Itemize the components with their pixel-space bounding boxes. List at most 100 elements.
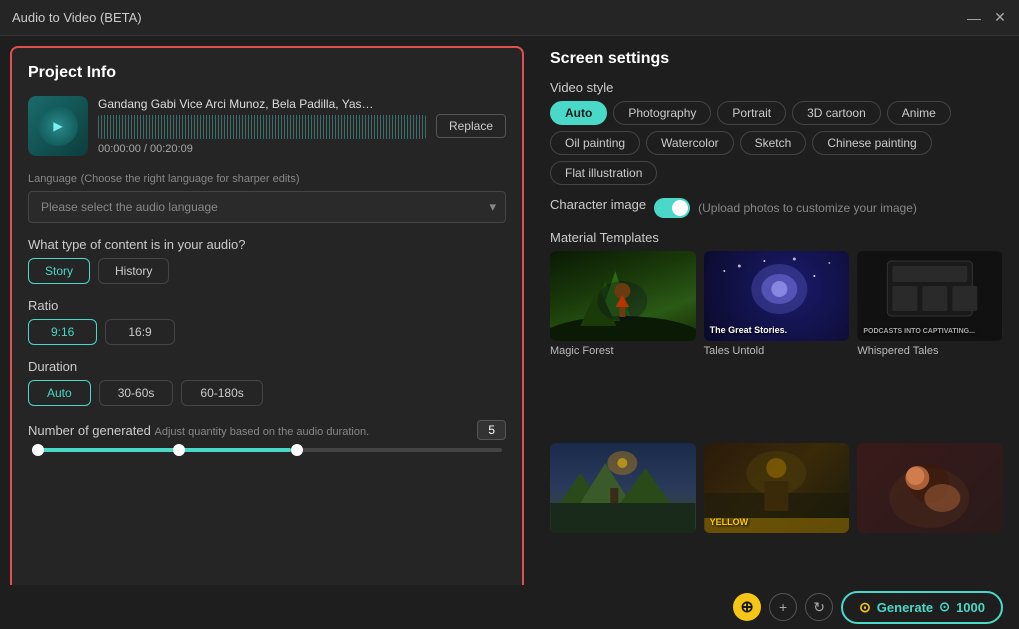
refresh-button[interactable]: ↻ bbox=[805, 593, 833, 621]
character-image-toggle[interactable] bbox=[654, 198, 690, 218]
right-panel: Screen settings Video style Auto Photogr… bbox=[534, 36, 1019, 629]
language-select[interactable]: Please select the audio language bbox=[28, 191, 506, 223]
template-thumb-5: YELLOW bbox=[704, 443, 850, 533]
template-overlay-tales: The Great Stories. bbox=[710, 325, 844, 335]
duration-buttons: Auto 30-60s 60-180s bbox=[28, 380, 506, 406]
generate-label: Generate bbox=[877, 600, 933, 615]
templates-grid: Magic Forest bbox=[550, 251, 1003, 615]
style-chinese-painting[interactable]: Chinese painting bbox=[812, 131, 931, 155]
style-watercolor[interactable]: Watercolor bbox=[646, 131, 734, 155]
magic-forest-svg bbox=[550, 251, 696, 341]
template-thumb-tales-untold: The Great Stories. bbox=[704, 251, 850, 341]
template-thumb-4 bbox=[550, 443, 696, 533]
add-coin-button[interactable]: ⊕ bbox=[733, 593, 761, 621]
language-select-wrapper: Please select the audio language ▾ bbox=[28, 191, 506, 223]
audio-info: Gandang Gabi Vice Arci Munoz, Bela Padil… bbox=[98, 97, 426, 155]
generated-label: Number of generated Adjust quantity base… bbox=[28, 423, 369, 438]
audio-name: Gandang Gabi Vice Arci Munoz, Bela Padil… bbox=[98, 97, 378, 111]
refresh-icon: ↻ bbox=[813, 599, 825, 616]
generate-coin-icon: ⊙ bbox=[859, 599, 871, 616]
generate-button[interactable]: ⊙ Generate ⊙ 1000 bbox=[841, 591, 1003, 624]
generated-value: 5 bbox=[477, 420, 506, 440]
screen-settings-title: Screen settings bbox=[550, 50, 1003, 68]
toggle-knob bbox=[672, 200, 688, 216]
play-icon: ▶ bbox=[53, 119, 62, 133]
window-controls: — ✕ bbox=[967, 11, 1007, 25]
app-title: Audio to Video (BETA) bbox=[12, 10, 142, 25]
template-label-magic-forest: Magic Forest bbox=[550, 345, 696, 357]
audio-time: 00:00:00 / 00:20:09 bbox=[98, 143, 426, 155]
style-portrait[interactable]: Portrait bbox=[717, 101, 786, 125]
character-image-desc: (Upload photos to customize your image) bbox=[698, 201, 917, 215]
template-magic-forest[interactable]: Magic Forest bbox=[550, 251, 696, 435]
style-photography[interactable]: Photography bbox=[613, 101, 711, 125]
generate-coin-count: ⊙ bbox=[939, 599, 950, 615]
duration-auto[interactable]: Auto bbox=[28, 380, 91, 406]
template-thumb-6 bbox=[857, 443, 1003, 533]
project-info-title: Project Info bbox=[28, 64, 506, 82]
slider-thumb-start[interactable] bbox=[32, 444, 44, 456]
duration-section: Duration Auto 30-60s 60-180s bbox=[28, 359, 506, 406]
character-image-section: Character image (Upload photos to custom… bbox=[550, 197, 1003, 218]
duration-label: Duration bbox=[28, 359, 506, 374]
ratio-buttons: 9:16 16:9 bbox=[28, 319, 506, 345]
titlebar: Audio to Video (BETA) — ✕ bbox=[0, 0, 1019, 36]
style-sketch[interactable]: Sketch bbox=[740, 131, 807, 155]
style-3d-cartoon[interactable]: 3D cartoon bbox=[792, 101, 881, 125]
template-whispered-tales[interactable]: PODCASTS INTO CAPTIVATING... Whispered T… bbox=[857, 251, 1003, 435]
template-overlay-5: YELLOW bbox=[710, 517, 844, 527]
language-label: Language (Choose the right language for … bbox=[28, 170, 506, 185]
ratio-16-9[interactable]: 16:9 bbox=[105, 319, 174, 345]
audio-track: ▶ Gandang Gabi Vice Arci Munoz, Bela Pad… bbox=[28, 96, 506, 156]
slider-thumb-current[interactable] bbox=[291, 444, 303, 456]
template-thumb-whispered-tales: PODCASTS INTO CAPTIVATING... bbox=[857, 251, 1003, 341]
language-section: Language (Choose the right language for … bbox=[28, 170, 506, 223]
duration-30-60[interactable]: 30-60s bbox=[99, 380, 174, 406]
slider-thumb-mid[interactable] bbox=[173, 444, 185, 456]
audio-total-time: 00:20:09 bbox=[150, 143, 193, 155]
minimize-button[interactable]: — bbox=[967, 11, 981, 25]
close-button[interactable]: ✕ bbox=[993, 11, 1007, 25]
audio-thumbnail: ▶ bbox=[28, 96, 88, 156]
ratio-label: Ratio bbox=[28, 298, 506, 313]
audio-thumb-inner: ▶ bbox=[38, 106, 78, 146]
template-overlay-whispered: PODCASTS INTO CAPTIVATING... bbox=[863, 328, 997, 335]
video-style-row3: Flat illustration bbox=[550, 161, 1003, 185]
template-label-tales-untold: Tales Untold bbox=[704, 345, 850, 357]
template-label-whispered-tales: Whispered Tales bbox=[857, 345, 1003, 357]
material-templates-label: Material Templates bbox=[550, 230, 1003, 245]
audio-waveform bbox=[98, 115, 426, 139]
style-flat-illustration[interactable]: Flat illustration bbox=[550, 161, 657, 185]
bottom-bar: ⊕ + ↻ ⊙ Generate ⊙ 1000 bbox=[0, 585, 1019, 629]
template-thumb-magic-forest bbox=[550, 251, 696, 341]
video-style-label: Video style bbox=[550, 80, 1003, 95]
duration-60-180[interactable]: 60-180s bbox=[181, 380, 262, 406]
style-oil-painting[interactable]: Oil painting bbox=[550, 131, 640, 155]
content-type-story[interactable]: Story bbox=[28, 258, 90, 284]
add-icon: + bbox=[779, 599, 787, 615]
slider-fill bbox=[32, 448, 291, 452]
replace-button[interactable]: Replace bbox=[436, 114, 506, 138]
video-style-row2: Oil painting Watercolor Sketch Chinese p… bbox=[550, 131, 1003, 155]
style-auto[interactable]: Auto bbox=[550, 101, 607, 125]
generate-count: 1000 bbox=[956, 600, 985, 615]
generated-slider[interactable] bbox=[32, 448, 502, 452]
template-tales-untold[interactable]: The Great Stories. Tales Untold bbox=[704, 251, 850, 435]
character-image-label: Character image bbox=[550, 197, 646, 212]
add-button[interactable]: + bbox=[769, 593, 797, 621]
video-style-row1: Auto Photography Portrait 3D cartoon Ani… bbox=[550, 101, 1003, 125]
ratio-section: Ratio 9:16 16:9 bbox=[28, 298, 506, 345]
content-type-label: What type of content is in your audio? bbox=[28, 237, 506, 252]
template4-svg bbox=[550, 443, 696, 533]
plus-circle-icon: ⊕ bbox=[740, 597, 753, 617]
content-type-history[interactable]: History bbox=[98, 258, 169, 284]
style-anime[interactable]: Anime bbox=[887, 101, 951, 125]
generated-label-row: Number of generated Adjust quantity base… bbox=[28, 420, 506, 440]
ratio-9-16[interactable]: 9:16 bbox=[28, 319, 97, 345]
content-type-buttons: Story History bbox=[28, 258, 506, 284]
video-style-section: Video style Auto Photography Portrait 3D… bbox=[550, 80, 1003, 185]
content-type-section: What type of content is in your audio? S… bbox=[28, 237, 506, 284]
left-panel: Project Info ▶ Gandang Gabi Vice Arci Mu… bbox=[10, 46, 524, 619]
generated-section: Number of generated Adjust quantity base… bbox=[28, 420, 506, 452]
template6-svg bbox=[857, 443, 1003, 533]
